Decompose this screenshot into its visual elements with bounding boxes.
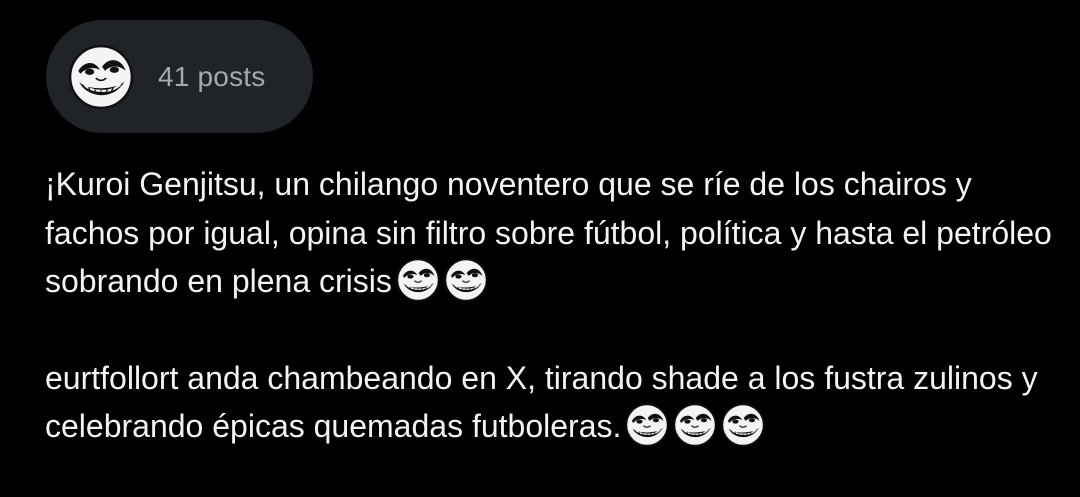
troll-face-icon [673,403,717,447]
troll-face-icon [444,258,488,302]
troll-face-icon[interactable] [68,44,134,110]
bio-paragraph-2-text: eurtfollort anda chambeando en X, tirand… [45,359,1038,445]
troll-face-icon [721,403,765,447]
post-count-label: 41 posts [158,60,266,92]
profile-post-count-chip[interactable]: 41 posts [46,20,313,133]
troll-face-icon [625,403,669,447]
bio-text: ¡Kuroi Genjitsu, un chilango noventero q… [45,160,1055,451]
bio-paragraph-1-text: ¡Kuroi Genjitsu, un chilango noventero q… [45,166,1052,299]
bio-paragraph-2: eurtfollort anda chambeando en X, tirand… [45,354,1055,451]
bio-paragraph-1: ¡Kuroi Genjitsu, un chilango noventero q… [45,160,1055,306]
troll-face-icon [396,258,440,302]
